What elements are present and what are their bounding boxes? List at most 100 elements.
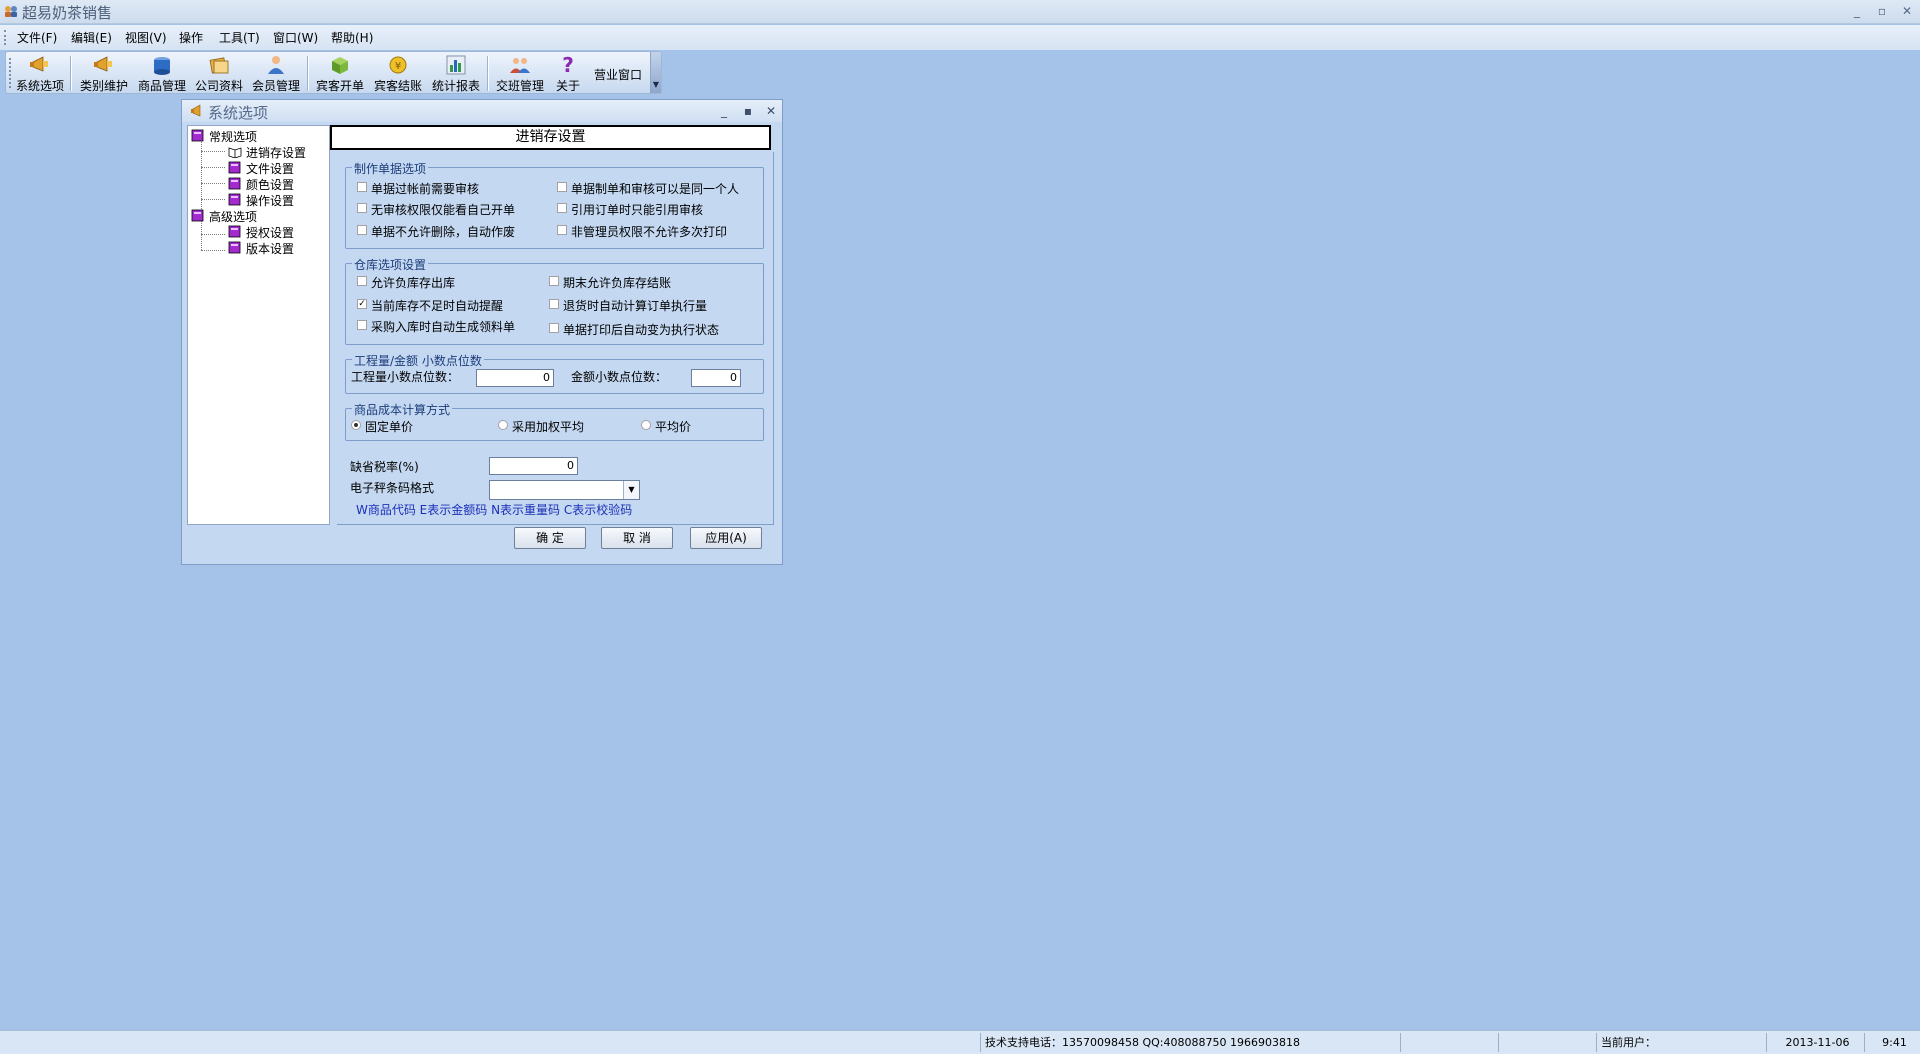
toolbar-about[interactable]: ? 关于 [552,54,584,94]
dialog-title: 系统选项 [208,104,269,122]
dialog-maximize-button[interactable]: ▪ [738,102,758,120]
toolbar-reports[interactable]: 统计报表 [430,54,482,94]
tree-connector [201,221,202,250]
amount-decimal-input[interactable]: 0 [691,369,741,387]
checkbox-box[interactable] [549,299,559,309]
dialog-close-button[interactable]: ✕ [761,102,781,120]
system-options-dialog: 系统选项 _ ▪ ✕ 常规选项 进销存设置 文件设置 颜色设置 操作设置 高级选… [181,99,783,565]
tree-connector [201,250,225,251]
chevron-down-icon[interactable]: ▼ [623,481,639,499]
toolbar-separator [307,56,309,91]
book-icon [228,225,241,238]
menu-grip[interactable] [4,30,7,45]
checkbox-box[interactable] [357,182,367,192]
toolbar-member[interactable]: 会员管理 [250,54,302,94]
files-icon [209,57,229,74]
toolbar-company[interactable]: 公司资料 [193,54,245,94]
doc-options-group: 制作单据选项 单据过帐前需要审核 单据制单和审核可以是同一个人 无审核权限仅能看… [345,160,764,249]
checkbox-box[interactable] [549,276,559,286]
toolbar-system-options[interactable]: 系统选项 [14,54,66,94]
svg-text:?: ? [562,54,574,76]
menu-window[interactable]: 窗口(W) [273,29,318,46]
checkbox-box[interactable] [357,320,367,330]
book-icon [228,177,241,190]
people-icon [510,58,530,73]
tree-connector [201,142,202,213]
app-logo-icon [5,6,17,17]
checkbox-box[interactable] [549,323,559,333]
menu-tools[interactable]: 工具(T) [219,29,260,46]
tree-connector [201,183,225,184]
menu-operation[interactable]: 操作 [179,29,203,46]
amount-decimal-label: 金额小数点位数： [571,370,668,384]
settings-page: 制作单据选项 单据过帐前需要审核 单据制单和审核可以是同一个人 无审核权限仅能看… [337,152,774,525]
coin-icon: ¥ [389,56,407,74]
dialog-titlebar[interactable]: 系统选项 _ ▪ ✕ [182,100,782,122]
toolbar-business-window[interactable]: 营业窗口 [592,54,644,94]
toolbar-shift[interactable]: 交班管理 [494,54,546,94]
checkbox-box[interactable] [557,203,567,213]
checkbox-box[interactable] [357,203,367,213]
decimal-places-title: 工程量/金额 小数点位数 [352,352,484,369]
barcode-format-select[interactable]: ▼ [489,480,640,500]
radio-circle[interactable] [351,420,361,430]
checkbox-box[interactable] [557,225,567,235]
toolbar-guest-checkout[interactable]: ¥ 宾客结账 [372,54,424,94]
menu-help[interactable]: 帮助(H) [331,29,373,46]
decimal-places-group: 工程量/金额 小数点位数 工程量小数点位数： 0 金额小数点位数： 0 [345,352,764,394]
box-icon [154,57,170,75]
ok-button[interactable]: 确 定 [514,527,586,549]
open-book-icon [228,147,242,158]
app-titlebar: 超易奶茶销售 _ ▫ ✕ [0,0,1920,24]
tree-connector [201,199,225,200]
checkbox-box[interactable] [357,276,367,286]
toolbar-product[interactable]: 商品管理 [136,54,188,94]
status-user: 当前用户： [1596,1033,1766,1052]
tree-connector [201,151,225,152]
cancel-button[interactable]: 取 消 [601,527,673,549]
chart-icon [446,55,466,75]
checkbox-box[interactable]: ✓ [357,299,367,309]
toolbar-overflow-button[interactable]: ▼ [650,52,661,93]
toolbar-category[interactable]: 类别维护 [78,54,130,94]
toolbar-grip[interactable] [9,58,12,88]
book-icon [228,241,241,254]
package-icon [332,57,348,74]
toolbar-separator [487,56,489,91]
menu-file[interactable]: 文件(F) [17,29,57,46]
maximize-button[interactable]: ▫ [1871,2,1893,20]
doc-options-title: 制作单据选项 [352,160,429,177]
default-tax-input[interactable]: 0 [489,457,578,475]
apply-button[interactable]: 应用(A) [690,527,762,549]
tree-connector [201,234,225,235]
tree-connector [201,167,225,168]
toolbar-guest-order[interactable]: 宾客开单 [314,54,366,94]
checkbox-box[interactable] [357,225,367,235]
dialog-minimize-button[interactable]: _ [714,102,734,120]
radio-circle[interactable] [641,420,651,430]
menu-edit[interactable]: 编辑(E) [71,29,112,46]
megaphone-icon [30,56,48,72]
status-bar: 技术支持电话：13570098458 QQ:408088750 19669038… [0,1030,1920,1054]
status-empty-2 [1498,1033,1596,1052]
barcode-hint: W商品代码 E表示金额码 N表示重量码 C表示校验码 [356,503,633,517]
cost-method-group: 商品成本计算方式 固定单价 采用加权平均 平均价 [345,401,764,441]
qty-decimal-input[interactable]: 0 [476,369,554,387]
checkbox-box[interactable] [557,182,567,192]
megaphone-icon [191,104,201,117]
close-button[interactable]: ✕ [1896,2,1918,20]
menu-bar: 文件(F) 编辑(E) 视图(V) 操作 工具(T) 窗口(W) 帮助(H) [0,25,1920,50]
book-icon [191,129,204,142]
question-icon: ? [562,54,574,76]
minimize-button[interactable]: _ [1846,2,1868,20]
book-icon [228,161,241,174]
radio-circle[interactable] [498,420,508,430]
barcode-format-label: 电子秤条码格式 [350,481,435,495]
status-empty-1 [1400,1033,1498,1052]
svg-text:¥: ¥ [395,61,401,72]
toolbar-separator [70,56,72,91]
warehouse-options-title: 仓库选项设置 [352,256,429,273]
status-support: 技术支持电话：13570098458 QQ:408088750 19669038… [980,1033,1400,1052]
warehouse-options-group: 仓库选项设置 允许负库存出库 期末允许负库存结账 ✓ 当前库存不足时自动提醒 退… [345,256,764,345]
menu-view[interactable]: 视图(V) [125,29,167,46]
